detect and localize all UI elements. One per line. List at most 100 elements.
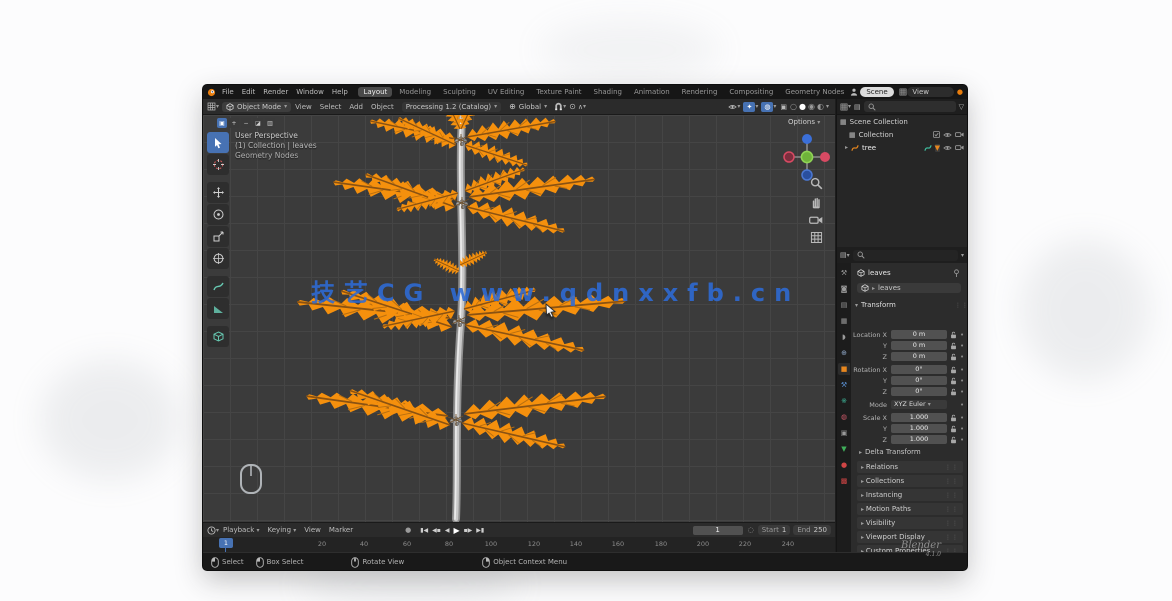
lock-icon[interactable] (950, 436, 957, 444)
decorator-dot[interactable]: • (960, 331, 964, 339)
rotation-mode-dropdown[interactable]: XYZ Euler ▾ (891, 400, 947, 409)
timeline-editor-icon[interactable]: ▾ (207, 526, 219, 535)
tool-measure[interactable] (207, 298, 229, 319)
transform-panel-header[interactable]: ▾Transform (855, 301, 896, 309)
tool-transform[interactable] (207, 248, 229, 269)
outliner-editor-icon[interactable]: ▾ (840, 103, 851, 111)
tab-data[interactable]: ▼ (838, 443, 850, 455)
workspace-tab-sculpting[interactable]: Sculpting (438, 87, 481, 97)
viewport-3d[interactable]: ▣ + − ◪ ▥ User Perspective (1) Collectio… (203, 115, 835, 522)
transform-orientation-dropdown[interactable]: ⊕ Global▾ (505, 101, 551, 112)
tool-move[interactable] (207, 182, 229, 203)
tool-add-cube[interactable] (207, 326, 229, 347)
decorator-dot[interactable]: • (960, 414, 964, 422)
tab-output[interactable]: ▤ (838, 299, 850, 311)
playhead[interactable]: 1 (219, 538, 233, 548)
lock-icon[interactable] (950, 331, 957, 339)
pan-hand-icon[interactable] (809, 196, 823, 209)
select-mode-intersect[interactable]: ▥ (265, 118, 275, 128)
show-overlays-icon[interactable]: ◍ (761, 102, 773, 112)
workspace-tab-texture-paint[interactable]: Texture Paint (531, 87, 586, 97)
menu-view[interactable]: View (291, 103, 316, 111)
workspace-tab-compositing[interactable]: Compositing (724, 87, 778, 97)
eye-icon[interactable] (943, 132, 952, 138)
shading-material-icon[interactable]: ◉ (808, 102, 815, 111)
next-keyframe-button[interactable]: ▪▶ (463, 527, 474, 534)
menu-keying[interactable]: Keying ▾ (264, 526, 301, 534)
decorator-dot[interactable]: • (960, 425, 964, 433)
outliner-row-collection[interactable]: ▦ Collection (837, 128, 967, 141)
menu-render[interactable]: Render (259, 88, 292, 96)
tool-rotate[interactable] (207, 204, 229, 225)
workspace-tab-modeling[interactable]: Modeling (394, 87, 436, 97)
section-instancing[interactable]: ▸ Instancing⋮⋮ (857, 489, 963, 501)
rotation-y-field[interactable]: 0° (891, 376, 947, 385)
frame-start-field[interactable]: Start1 (758, 525, 791, 535)
decorator-dot[interactable]: • (960, 377, 964, 385)
eye-icon[interactable] (943, 145, 952, 151)
jump-to-start-button[interactable]: ▮◀ (419, 527, 429, 534)
viewport-options-dropdown[interactable]: Options ▾ (788, 118, 820, 126)
ortho-grid-icon[interactable] (809, 231, 823, 244)
menu-window[interactable]: Window (292, 88, 328, 96)
rotation-z-field[interactable]: 0° (891, 387, 947, 396)
blender-logo-icon[interactable] (207, 88, 216, 97)
menu-object[interactable]: Object (367, 103, 398, 111)
expand-icon[interactable]: ▸ (845, 144, 848, 151)
auto-key-icon[interactable]: ● (405, 526, 411, 534)
select-mode-invert[interactable]: ◪ (253, 118, 263, 128)
outliner-search-input[interactable] (864, 101, 956, 112)
jump-to-end-button[interactable]: ▶▮ (475, 527, 485, 534)
outliner-row-scene-collection[interactable]: ▦ Scene Collection (837, 115, 967, 128)
menu-view-timeline[interactable]: View (300, 526, 325, 534)
decorator-dot[interactable]: • (960, 366, 964, 374)
menu-add[interactable]: Add (345, 103, 367, 111)
lock-icon[interactable] (950, 388, 957, 396)
pin-icon[interactable] (953, 269, 960, 278)
proportional-falloff-icon[interactable]: ∧▾ (578, 103, 586, 111)
current-frame-field[interactable]: 1 (693, 526, 743, 535)
lock-icon[interactable] (950, 353, 957, 361)
zoom-icon[interactable] (809, 177, 823, 190)
tool-select-box[interactable] (207, 132, 229, 153)
menu-select[interactable]: Select (316, 103, 346, 111)
workspace-tab-geometry-nodes[interactable]: Geometry Nodes (780, 87, 849, 97)
show-gizmo-icon[interactable]: ✦ (743, 102, 755, 112)
shading-wireframe-icon[interactable]: ○ (790, 102, 797, 111)
tool-annotate[interactable] (207, 276, 229, 297)
tree-object[interactable] (203, 115, 835, 522)
xray-toggle-icon[interactable]: ▣ (780, 103, 787, 111)
workspace-tab-uv-editing[interactable]: UV Editing (483, 87, 530, 97)
new-view-layer-icon[interactable]: ● (957, 88, 963, 96)
shading-solid-icon[interactable]: ● (799, 102, 806, 111)
tab-material[interactable]: ● (838, 459, 850, 471)
properties-editor-icon[interactable]: ▤▾ (840, 251, 850, 259)
view-layer-selector[interactable]: View Layer (907, 87, 954, 97)
lock-icon[interactable] (950, 425, 957, 433)
select-mode-set[interactable]: ▣ (217, 118, 227, 128)
scale-z-field[interactable]: 1.000 (891, 435, 947, 444)
lock-icon[interactable] (950, 377, 957, 385)
tab-texture[interactable]: ▩ (838, 475, 850, 487)
properties-options-icon[interactable]: ▾ (961, 252, 964, 259)
object-visibility-icon[interactable]: ▾ (728, 103, 740, 110)
location-x-field[interactable]: 0 m (891, 330, 947, 339)
tool-asset-dropdown[interactable]: Processing 1.2 (Catalog)▾ (402, 102, 501, 112)
editor-type-icon[interactable]: ▾ (207, 102, 219, 111)
select-mode-subtract[interactable]: − (241, 118, 251, 128)
decorator-dot[interactable]: • (960, 388, 964, 396)
timeline-ruler[interactable]: 1 20 40 60 80 100 120 140 160 180 200 22… (203, 537, 835, 552)
section-motion-paths[interactable]: ▸ Motion Paths⋮⋮ (857, 503, 963, 515)
section-visibility[interactable]: ▸ Visibility⋮⋮ (857, 517, 963, 529)
proportional-editing-icon[interactable]: ⊙ (569, 102, 576, 111)
menu-playback[interactable]: Playback ▾ (219, 526, 263, 534)
rotation-x-field[interactable]: 0° (891, 365, 947, 374)
tool-scale[interactable] (207, 226, 229, 247)
play-button[interactable]: ▶ (452, 526, 460, 535)
decorator-dot[interactable]: • (960, 353, 964, 361)
decorator-dot[interactable]: • (960, 342, 964, 350)
lock-icon[interactable] (950, 414, 957, 422)
scene-selector[interactable]: Scene (860, 87, 893, 97)
workspace-tab-animation[interactable]: Animation (629, 87, 675, 97)
section-collections[interactable]: ▸ Collections⋮⋮ (857, 475, 963, 487)
